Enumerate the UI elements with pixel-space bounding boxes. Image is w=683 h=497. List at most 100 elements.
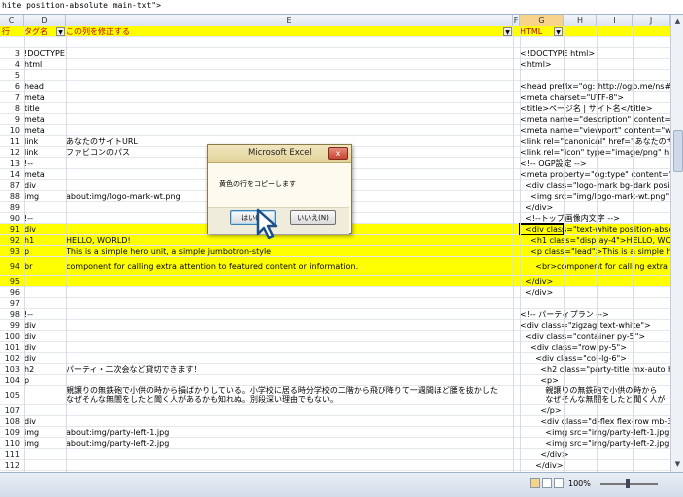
cell-html[interactable]: <!--トップ画像内文字 --> <box>520 213 670 223</box>
cell-html[interactable]: 親譲りの無鉄砲で小供の時から なぜそんな無闇をしたと聞く人が <box>520 386 670 404</box>
row-number[interactable]: 91 <box>0 224 22 234</box>
column-header-g[interactable]: G <box>520 15 564 26</box>
cell-html[interactable]: <img src="img/party-left-2.jpg <box>520 438 670 448</box>
cell-html[interactable]: <link rel="canonical" href="あなたのサ <box>520 136 670 146</box>
cell-html[interactable]: <html> <box>520 59 670 69</box>
column-header-d[interactable]: D <box>24 15 66 26</box>
cell-tag-name[interactable]: img <box>24 191 66 201</box>
row-number[interactable]: 100 <box>0 331 22 341</box>
cell-edit[interactable] <box>66 460 513 470</box>
cell-edit[interactable]: about:img/party-left-1.jpg <box>66 427 513 437</box>
cell-edit[interactable] <box>66 320 513 330</box>
cell-edit[interactable] <box>66 353 513 363</box>
cell-edit[interactable] <box>66 48 513 58</box>
cell-html[interactable]: <p class="lead">This is a simple hern <box>520 246 670 256</box>
cell-tag-name[interactable]: div <box>24 224 66 234</box>
cell-edit[interactable] <box>66 331 513 341</box>
row-number[interactable]: 112 <box>0 460 22 470</box>
cell-edit[interactable]: 親譲りの無鉄砲で小供の時から損ばかりしている。小学校に居る時分学校の二階から飛び… <box>66 386 513 404</box>
cell-tag-name[interactable] <box>24 70 66 80</box>
cell-tag-name[interactable]: br <box>24 257 66 275</box>
no-button[interactable]: いいえ(N) <box>290 210 336 225</box>
cell-html[interactable]: <h1 class="display-4">HELLO, WOR <box>520 235 670 245</box>
row-number[interactable]: 4 <box>0 59 22 69</box>
cell-html[interactable]: <!DOCTYPE html> <box>520 48 670 58</box>
row-number[interactable] <box>0 37 22 47</box>
cell-tag-name[interactable]: !-- <box>24 158 66 168</box>
column-header-i[interactable]: I <box>597 15 633 26</box>
row-number[interactable]: 101 <box>0 342 22 352</box>
row-number[interactable]: 5 <box>0 70 22 80</box>
cell-tag-name[interactable] <box>24 460 66 470</box>
cell-edit[interactable] <box>66 81 513 91</box>
cell-edit[interactable] <box>66 449 513 459</box>
cell-html[interactable]: <meta charset="UTF-8"> <box>520 92 670 102</box>
scroll-up-icon[interactable]: ▲ <box>673 17 682 26</box>
header-cell-edit-column[interactable]: この列を修正する <box>66 26 513 36</box>
cell-tag-name[interactable]: div <box>24 180 66 190</box>
cell-html[interactable]: <title>ページ名 | サイト名</title> <box>520 103 670 113</box>
row-number[interactable]: 12 <box>0 147 22 157</box>
cell-html[interactable] <box>520 298 670 308</box>
cell-edit[interactable] <box>66 309 513 319</box>
cell-html[interactable]: <div class="row py-5"> <box>520 342 670 352</box>
filter-dropdown-edit-column[interactable]: ▼ <box>503 27 512 36</box>
row-number[interactable]: 97 <box>0 298 22 308</box>
cell-html[interactable]: </div> <box>520 276 670 286</box>
row-number[interactable]: 111 <box>0 449 22 459</box>
header-cell-html[interactable]: HTML <box>520 26 670 36</box>
cell-html[interactable]: <meta name="description" content="サ <box>520 114 670 124</box>
cell-tag-name[interactable] <box>24 202 66 212</box>
cell-edit[interactable]: This is a simple hero unit, a simple jum… <box>66 246 513 256</box>
scroll-down-icon[interactable]: ▼ <box>673 460 682 469</box>
cell-html[interactable]: <div class="col-lg-6"> <box>520 353 670 363</box>
cell-edit[interactable]: HELLO, WORLD! <box>66 235 513 245</box>
cell-edit[interactable] <box>66 298 513 308</box>
cell-html[interactable]: <div class="d-flex flex-row mb-3" <box>520 416 670 426</box>
cell-html[interactable]: <img src="img/logo-mark-wt.png" alt <box>520 191 670 201</box>
cell-tag-name[interactable] <box>24 287 66 297</box>
cell-html[interactable]: <p> <box>520 375 670 385</box>
row-number[interactable]: 95 <box>0 276 22 286</box>
cell-tag-name[interactable]: div <box>24 353 66 363</box>
cell-html[interactable]: <div class="container py-5"> <box>520 331 670 341</box>
cell-tag-name[interactable]: p <box>24 246 66 256</box>
cell-html[interactable]: <head prefix="og: http://ogp.me/ns# fb: <box>520 81 670 91</box>
cell-tag-name[interactable]: meta <box>24 92 66 102</box>
row-number[interactable]: 87 <box>0 180 22 190</box>
cell-html[interactable] <box>520 37 670 47</box>
cell-html[interactable]: <h2 class="party-title mx-auto hi <box>520 364 670 374</box>
row-number[interactable]: 7 <box>0 92 22 102</box>
cell-html[interactable]: </div> <box>520 287 670 297</box>
cell-tag-name[interactable]: link <box>24 147 66 157</box>
header-cell-row-number[interactable]: 行 <box>0 26 22 36</box>
page-layout-view-icon[interactable] <box>542 478 552 488</box>
cell-tag-name[interactable]: head <box>24 81 66 91</box>
page-break-view-icon[interactable] <box>554 478 564 488</box>
zoom-slider-knob[interactable] <box>626 479 630 488</box>
cell-edit[interactable] <box>66 276 513 286</box>
row-number[interactable]: 11 <box>0 136 22 146</box>
row-number[interactable]: 88 <box>0 191 22 201</box>
cell-html[interactable]: </p> <box>520 405 670 415</box>
cell-edit[interactable]: about:img/party-left-2.jpg <box>66 438 513 448</box>
cell-tag-name[interactable]: div <box>24 416 66 426</box>
row-number[interactable]: 92 <box>0 235 22 245</box>
row-number[interactable]: 93 <box>0 246 22 256</box>
cell-html[interactable]: <link rel="icon" type="image/png" href= <box>520 147 670 157</box>
cell-edit[interactable] <box>66 125 513 135</box>
cell-html[interactable]: <img src="img/party-left-1.jpg <box>520 427 670 437</box>
cell-html[interactable]: <div class="logo-mark bg-dark position <box>520 180 670 190</box>
cell-tag-name[interactable] <box>24 37 66 47</box>
row-number[interactable]: 108 <box>0 416 22 426</box>
cell-edit[interactable] <box>66 287 513 297</box>
close-icon[interactable]: x <box>328 147 348 160</box>
cell-html[interactable]: </div> <box>520 449 670 459</box>
cell-tag-name[interactable]: h2 <box>24 364 66 374</box>
row-number[interactable]: 13 <box>0 158 22 168</box>
cell-tag-name[interactable]: title <box>24 103 66 113</box>
row-number[interactable]: 109 <box>0 427 22 437</box>
row-number[interactable]: 89 <box>0 202 22 212</box>
row-number[interactable]: 14 <box>0 169 22 179</box>
column-header-c[interactable]: C <box>0 15 24 26</box>
